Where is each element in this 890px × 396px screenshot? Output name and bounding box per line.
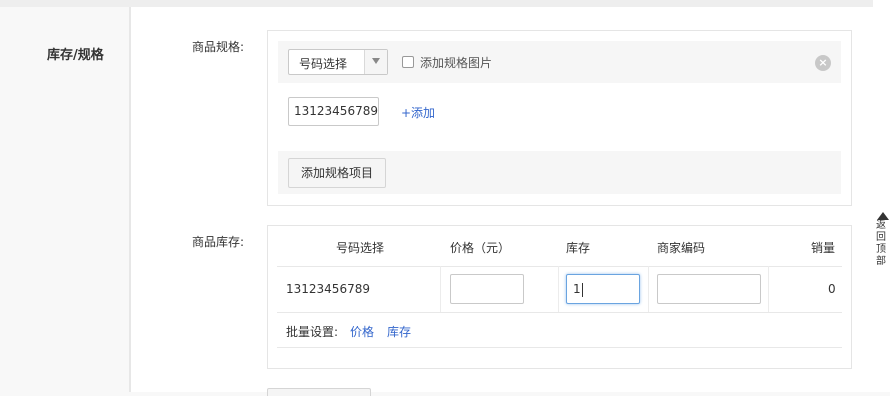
add-spec-value-link[interactable]: +添加 xyxy=(401,104,435,121)
col-header-price: 价格（元） xyxy=(450,241,511,255)
batch-stock-link[interactable]: 库存 xyxy=(387,323,411,340)
col-header-stock: 库存 xyxy=(566,241,591,255)
back-to-top-text: 返回顶部 xyxy=(876,220,886,267)
batch-divider xyxy=(277,347,842,348)
row-sales-value: 0 xyxy=(828,282,836,296)
select-arrow-cell[interactable] xyxy=(364,50,387,74)
right-edge xyxy=(873,0,890,392)
batch-price-link[interactable]: 价格 xyxy=(350,323,374,340)
chevron-down-icon xyxy=(372,58,380,64)
spec-footer: 添加规格项目 xyxy=(278,151,841,194)
back-to-top[interactable]: 返回顶部 xyxy=(876,212,890,268)
spec-type-select[interactable]: 号码选择 xyxy=(288,49,388,75)
col-divider xyxy=(558,266,559,312)
spec-image-checkbox-label[interactable]: 添加规格图片 xyxy=(420,54,492,71)
stock-input-value: 1 xyxy=(573,282,581,296)
spec-label: 商品规格: xyxy=(191,40,244,54)
col-divider xyxy=(648,266,649,312)
close-icon[interactable]: × xyxy=(815,55,831,71)
section-title: 库存/规格 xyxy=(47,48,104,63)
spec-header: 号码选择 添加规格图片 × xyxy=(278,41,841,83)
sku-code-input[interactable] xyxy=(657,274,761,304)
spec-value-input[interactable]: 13123456789 xyxy=(288,97,379,126)
spec-image-checkbox[interactable] xyxy=(402,56,414,68)
col-divider xyxy=(440,266,441,312)
stock-box: 号码选择 价格（元） 库存 商家编码 销量 13123456789 1 0 批量… xyxy=(267,225,852,369)
add-spec-item-button[interactable]: 添加规格项目 xyxy=(288,158,386,188)
text-caret xyxy=(581,282,583,297)
top-strip xyxy=(0,0,873,7)
header-divider xyxy=(277,266,842,267)
col-divider xyxy=(768,266,769,312)
row-divider xyxy=(277,312,842,313)
col-header-sales: 销量 xyxy=(811,241,836,255)
stock-input[interactable]: 1 xyxy=(566,274,640,304)
col-header-spec: 号码选择 xyxy=(336,241,385,255)
left-panel: 库存/规格 xyxy=(0,7,129,392)
batch-settings-label: 批量设置: xyxy=(286,325,339,339)
spec-box: 号码选择 添加规格图片 × 13123456789 +添加 添加规格项目 xyxy=(267,30,852,206)
spec-type-value: 号码选择 xyxy=(299,57,348,71)
arrow-up-icon xyxy=(877,212,889,220)
stock-label: 商品库存: xyxy=(191,235,244,249)
price-input[interactable] xyxy=(450,274,524,304)
bottom-button[interactable] xyxy=(267,388,371,396)
col-header-sku-code: 商家编码 xyxy=(657,241,706,255)
row-spec-value: 13123456789 xyxy=(286,282,370,296)
